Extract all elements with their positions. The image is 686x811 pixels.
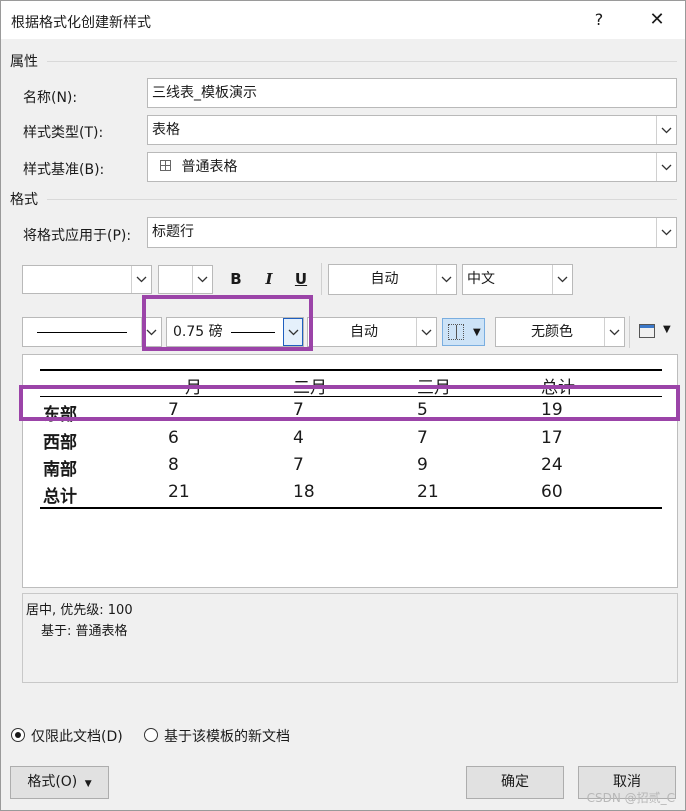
font-size-select[interactable] [158,265,213,294]
borders-button[interactable]: ▼ [442,318,485,346]
table-cell: 7 [293,455,304,475]
table-cell: 7 [417,428,428,448]
apply-to-label: 将格式应用于(P): [23,228,132,244]
border-color-select[interactable]: 自动 [307,317,437,347]
apply-to-select[interactable]: 标题行 [147,217,677,248]
new-documents-radio[interactable] [144,728,158,742]
caret-down-icon: ▼ [84,779,92,789]
caret-down-icon[interactable]: ▼ [473,327,481,338]
table-cell: 9 [417,455,428,475]
chevron-down-icon[interactable] [656,218,676,247]
font-name-select[interactable] [22,265,152,294]
toolbar-divider [321,263,322,295]
table-cell: 18 [293,482,315,502]
highlight-box-first-row [19,385,680,421]
dialog-title: 根据格式化创建新样式 [11,15,151,31]
row-header-cell: 总计 [43,487,77,507]
based-on-select[interactable]: 普通表格 [147,152,677,182]
shading-value: 无颜色 [531,324,573,340]
style-type-label: 样式类型(T): [23,125,104,141]
bottom-rule [40,507,662,509]
name-input-value: 三线表_模板演示 [152,85,257,101]
style-description: 居中, 优先级: 100 基于: 普通表格 [22,593,678,683]
style-type-value: 表格 [152,122,180,138]
font-color-select[interactable]: 自动 [328,264,457,295]
table-cell: 24 [541,455,563,475]
table-cell: 8 [168,455,179,475]
table-cell: 21 [417,482,439,502]
table-cell: 60 [541,482,563,502]
chevron-down-icon[interactable] [131,266,151,293]
row-header-cell: 南部 [43,460,77,480]
description-line: 基于: 普通表格 [41,624,128,639]
only-this-document-radio[interactable] [11,728,25,742]
italic-button[interactable]: I [260,270,278,288]
table-cell: 4 [293,428,304,448]
only-this-document-label[interactable]: 仅限此文档(D) [31,726,123,746]
chevron-down-icon[interactable] [192,266,212,293]
close-button[interactable]: ✕ [637,5,677,35]
format-divider [47,199,677,200]
bold-button[interactable]: B [227,270,245,288]
highlight-box-border-weight [142,295,313,351]
properties-section-label: 属性 [10,54,38,70]
shading-select[interactable]: 无颜色 [495,317,625,347]
style-type-select[interactable]: 表格 [147,115,677,145]
help-button[interactable]: ? [579,5,619,35]
table-cell: 21 [168,482,190,502]
chevron-down-icon[interactable] [552,265,572,294]
border-color-value: 自动 [350,324,378,340]
toolbar-divider [629,316,630,348]
row-header-cell: 西部 [43,433,77,453]
border-line-sample [37,332,127,333]
underline-button[interactable]: U [292,270,310,288]
format-button[interactable]: 格式(O) ▼ [10,766,109,799]
table-style-icon [160,160,171,171]
chevron-down-icon[interactable] [436,265,456,294]
name-input[interactable]: 三线表_模板演示 [147,78,677,108]
name-label: 名称(N): [23,90,78,106]
title-bar: 根据格式化创建新样式 ? ✕ [1,1,685,39]
table-properties-icon [639,324,655,338]
format-section-label: 格式 [10,192,38,208]
table-properties-button[interactable]: ▼ [636,319,678,345]
ok-button[interactable]: 确定 [466,766,564,799]
table-cell: 6 [168,428,179,448]
script-value: 中文 [467,271,495,287]
chevron-down-icon[interactable] [604,318,624,346]
based-on-value: 普通表格 [181,159,238,175]
border-style-select[interactable] [22,317,162,347]
chevron-down-icon[interactable] [416,318,436,346]
chevron-down-icon[interactable] [656,116,676,144]
apply-to-value: 标题行 [152,224,194,240]
script-select[interactable]: 中文 [462,264,573,295]
watermark: CSDN @招贰_C [586,791,675,805]
properties-divider [47,61,677,62]
new-documents-label[interactable]: 基于该模板的新文档 [164,726,290,746]
based-on-label: 样式基准(B): [23,162,105,178]
description-line: 居中, 优先级: 100 [26,603,133,618]
table-cell: 17 [541,428,563,448]
chevron-down-icon[interactable] [656,153,676,181]
font-color-value: 自动 [370,271,399,287]
create-style-dialog: 根据格式化创建新样式 ? ✕ 属性 名称(N): 三线表_模板演示 样式类型(T… [0,0,686,811]
borders-icon [448,324,464,340]
format-button-label: 格式(O) [27,774,78,790]
caret-down-icon[interactable]: ▼ [663,324,671,335]
top-rule [40,369,662,371]
